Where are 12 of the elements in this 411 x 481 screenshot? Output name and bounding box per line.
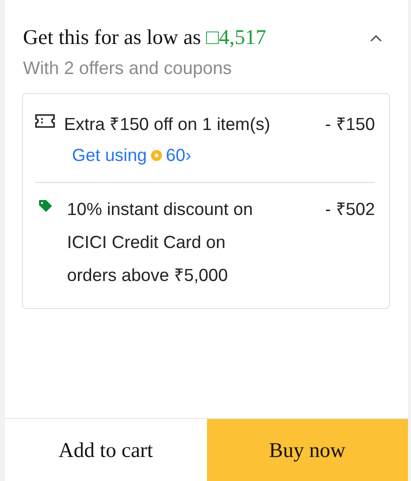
chevron-icon: [370, 34, 382, 42]
offer-description: 10% instant discount on ICICI Credit Card on orders above ₹5,000: [67, 198, 254, 287]
coin-icon: [150, 150, 162, 161]
offer-description: Extra ₹150 off on 1 item(s): [64, 113, 272, 136]
discount-amount: - ₹502: [325, 198, 375, 221]
coupon-icon: [35, 114, 55, 128]
buy-now-button[interactable]: Buy now: [206, 419, 408, 481]
get-using-link[interactable]: Get using 60›: [72, 145, 192, 166]
offer-summary-title: Get this for as low as □4,517: [23, 25, 266, 50]
tag-icon: [39, 200, 53, 212]
offers-subtitle: With 2 offers and coupons: [22, 57, 233, 79]
discount-amount: - ₹150: [325, 113, 375, 136]
